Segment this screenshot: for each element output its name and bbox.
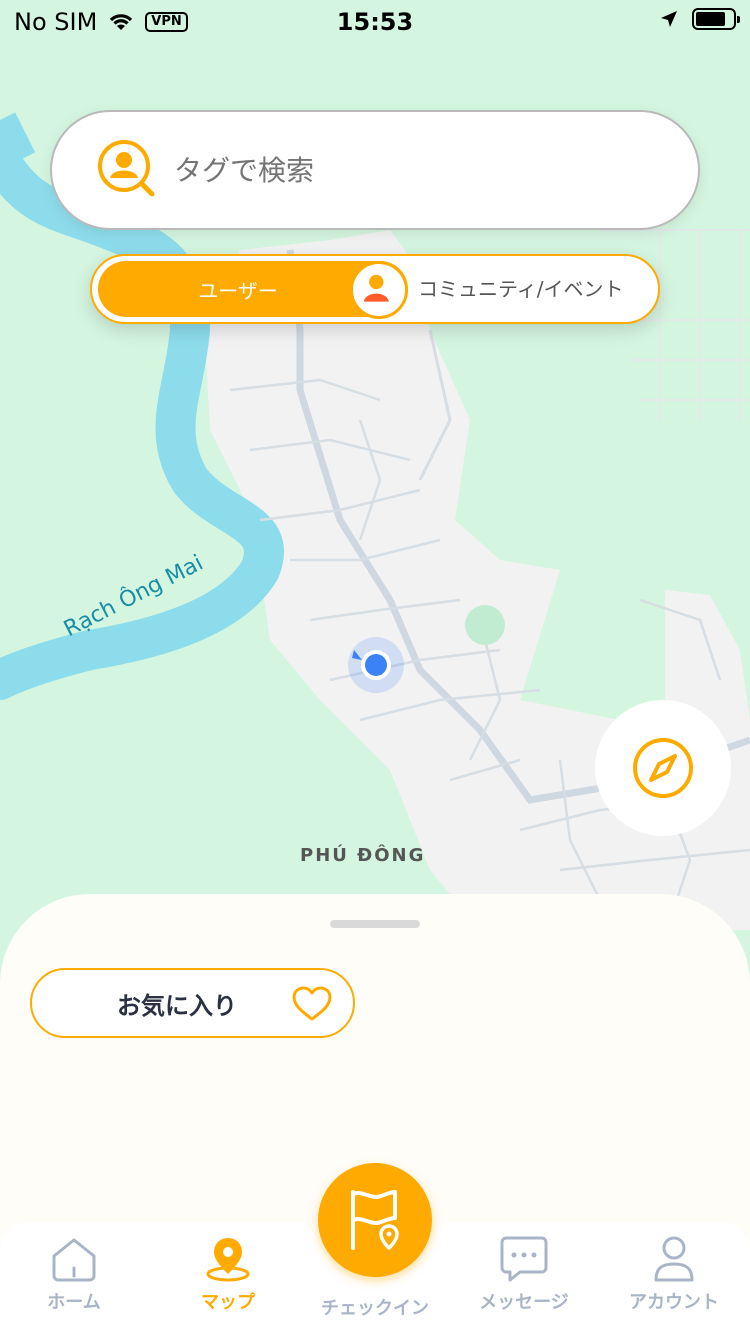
compass-icon <box>633 738 693 798</box>
tab-account[interactable]: アカウント <box>604 1236 744 1326</box>
mode-toggle[interactable]: ユーザー コミュニティ/イベント <box>90 254 660 324</box>
status-bar: No SIM VPN 15:53 <box>0 0 750 44</box>
toggle-users-label: ユーザー <box>198 278 278 303</box>
user-search-icon <box>98 140 155 197</box>
chat-icon <box>500 1236 548 1282</box>
tab-home[interactable]: ホーム <box>4 1236 144 1326</box>
tab-map-label: マップ <box>201 1292 255 1313</box>
tab-map[interactable]: マップ <box>158 1236 298 1326</box>
location-arrow-icon <box>661 11 677 27</box>
tab-home-label: ホーム <box>47 1292 101 1313</box>
tab-account-label: アカウント <box>629 1292 719 1313</box>
checkin-button[interactable] <box>318 1163 432 1277</box>
battery-icon <box>692 8 740 30</box>
toggle-community-option[interactable]: コミュニティ/イベント <box>418 256 624 322</box>
place-label: PHÚ ĐÔNG <box>300 845 426 866</box>
home-icon <box>52 1238 96 1282</box>
map-pin-icon <box>206 1238 250 1282</box>
search-bar[interactable] <box>50 110 700 230</box>
user-avatar-icon <box>350 261 408 319</box>
tab-messages-label: メッセージ <box>479 1292 569 1313</box>
tab-checkin-label: チェックイン <box>321 1298 429 1319</box>
heart-icon <box>292 986 332 1021</box>
favorites-button[interactable]: お気に入り <box>30 968 355 1038</box>
favorites-label: お気に入り <box>117 991 237 1020</box>
flag-pin-icon <box>351 1190 399 1250</box>
search-input[interactable] <box>174 153 634 187</box>
status-right <box>660 8 740 30</box>
status-time: 15:53 <box>336 8 414 36</box>
compass-button[interactable] <box>595 700 731 836</box>
account-icon <box>654 1236 694 1282</box>
sheet-handle[interactable] <box>330 920 420 928</box>
tab-messages[interactable]: メッセージ <box>454 1236 594 1326</box>
